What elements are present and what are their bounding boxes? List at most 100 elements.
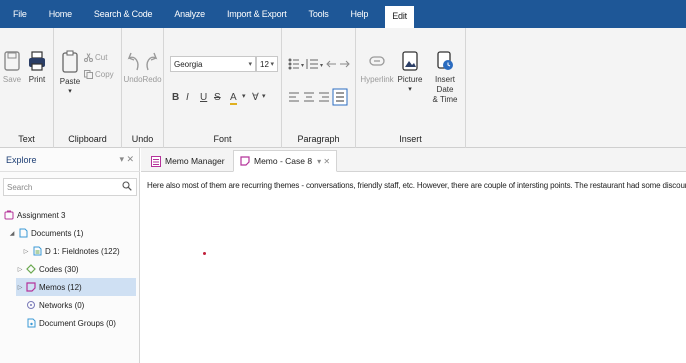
- insert-date-time-button[interactable]: Insert Date & Time: [426, 50, 464, 105]
- clipboard-group-label: Clipboard: [68, 134, 107, 144]
- menu-import-export[interactable]: Import & Export: [222, 6, 292, 22]
- font-group-label: Font: [213, 134, 232, 144]
- pin-icon[interactable]: ▾ ✕: [119, 154, 134, 165]
- explore-search-input[interactable]: Search: [3, 178, 137, 196]
- search-icon[interactable]: [122, 181, 132, 191]
- font-size-select[interactable]: 12 ▾: [256, 56, 278, 72]
- text-group: Save Print Text: [0, 28, 54, 148]
- list-buttons[interactable]: ▾ ▾: [288, 58, 352, 70]
- font-name-select[interactable]: Georgia ▾: [170, 56, 256, 72]
- bold-button[interactable]: B: [172, 92, 179, 103]
- search-placeholder: Search: [7, 182, 33, 192]
- numbered-list-icon: [306, 59, 318, 69]
- undo-group-label: Undo: [131, 134, 154, 144]
- tree-label-document-groups: Document Groups (0): [39, 318, 116, 328]
- clipboard-group: Paste ▾ Cut Copy Clipboard: [54, 28, 122, 148]
- highlight-button[interactable]: ∀: [252, 92, 259, 103]
- code-icon: [26, 264, 36, 274]
- font-color-dropdown-icon[interactable]: ▾: [242, 92, 246, 100]
- save-label: Save: [2, 75, 22, 84]
- chevron-down-icon: ▾: [248, 61, 252, 68]
- paragraph-group-label: Paragraph: [297, 134, 340, 144]
- collapse-arrow-icon[interactable]: ▷: [16, 284, 24, 291]
- tab-label-memo-case-8: Memo - Case 8: [254, 156, 313, 166]
- tree-item-documents[interactable]: ◢ Documents (1): [8, 224, 134, 242]
- redo-label: Redo: [142, 75, 162, 84]
- menu-tools[interactable]: Tools: [304, 6, 334, 22]
- folder-icon: [19, 228, 28, 238]
- redo-button[interactable]: Redo: [142, 50, 162, 85]
- tree-item-document-1[interactable]: ▷ D 1: Fieldnotes (122): [22, 242, 138, 260]
- strikethrough-button[interactable]: S: [214, 92, 221, 103]
- menu-analyze[interactable]: Analyze: [169, 6, 210, 22]
- ribbon: Save Print Text Paste ▾ Cut Copy Clipboa…: [0, 28, 686, 148]
- cut-label: Cut: [95, 53, 108, 62]
- font-size-value: 12: [260, 59, 269, 69]
- scissors-icon: [84, 53, 93, 62]
- undo-group: Undo Redo Undo: [122, 28, 164, 148]
- print-icon: [29, 51, 45, 71]
- copy-button[interactable]: Copy: [84, 70, 114, 79]
- save-icon: [4, 51, 20, 71]
- highlight-dropdown-icon[interactable]: ▾: [262, 92, 266, 100]
- redo-icon: [146, 52, 158, 71]
- svg-text:▾: ▾: [320, 63, 323, 69]
- save-button[interactable]: Save: [2, 50, 22, 85]
- undo-button[interactable]: Undo: [123, 50, 143, 85]
- align-center-icon: [304, 92, 314, 102]
- paragraph-group: ▾ ▾ Paragraph: [282, 28, 356, 148]
- memo-manager-icon: [151, 155, 161, 167]
- paste-dropdown-icon[interactable]: ▾: [68, 87, 72, 97]
- print-button[interactable]: Print: [26, 50, 48, 85]
- insert-group: Hyperlink Picture ▾ Insert Date & Time I…: [356, 28, 466, 148]
- collapse-arrow-icon[interactable]: ▷: [16, 266, 24, 273]
- menu-home[interactable]: Home: [44, 6, 77, 22]
- cursor-marker: [203, 252, 206, 255]
- tab-label-memo-manager: Memo Manager: [165, 156, 225, 166]
- menu-edit[interactable]: Edit: [385, 6, 414, 28]
- tree-item-document-groups[interactable]: Document Groups (0): [26, 314, 136, 332]
- tree-item-memos[interactable]: ▷ Memos (12): [16, 278, 136, 296]
- memo-editor[interactable]: Here also most of them are recurring the…: [141, 172, 686, 363]
- svg-text:▾: ▾: [301, 63, 304, 69]
- tab-memo-case-8[interactable]: Memo - Case 8 ▾ ✕: [233, 150, 338, 172]
- underline-button[interactable]: U: [200, 92, 207, 103]
- explore-header: Explore ▾ ✕: [0, 148, 140, 172]
- copy-label: Copy: [95, 70, 114, 79]
- font-color-button[interactable]: A: [230, 92, 237, 105]
- picture-dropdown-icon[interactable]: ▾: [408, 85, 412, 95]
- paste-icon: [62, 50, 78, 73]
- text-group-label: Text: [18, 134, 35, 144]
- menu-search-code[interactable]: Search & Code: [89, 6, 157, 22]
- document-icon: [33, 246, 42, 256]
- menu-help[interactable]: Help: [346, 6, 374, 22]
- tree-item-project[interactable]: Assignment 3: [4, 206, 134, 224]
- tab-close-icon[interactable]: ▾ ✕: [317, 157, 330, 166]
- tab-memo-manager[interactable]: Memo Manager: [145, 150, 231, 172]
- hyperlink-button[interactable]: Hyperlink: [360, 50, 394, 85]
- menu-file[interactable]: File: [8, 6, 32, 22]
- picture-button[interactable]: Picture ▾: [396, 50, 424, 95]
- insert-time-label: & Time: [432, 95, 458, 104]
- tree-label-documents: Documents (1): [31, 228, 84, 238]
- explore-panel: Explore ▾ ✕ Search Assignment 3 ◢ Docume…: [0, 148, 140, 363]
- insert-date-label: Insert Date: [434, 75, 455, 94]
- align-left-icon: [289, 92, 299, 102]
- outdent-icon: [326, 60, 336, 68]
- collapse-arrow-icon[interactable]: ▷: [22, 248, 30, 255]
- insert-group-label: Insert: [399, 134, 422, 144]
- expand-arrow-icon[interactable]: ◢: [8, 230, 16, 237]
- undo-icon: [127, 52, 139, 71]
- print-label: Print: [28, 75, 46, 84]
- memo-text[interactable]: Here also most of them are recurring the…: [147, 181, 686, 190]
- link-icon: [369, 56, 385, 66]
- italic-button[interactable]: I: [186, 92, 189, 103]
- cut-button[interactable]: Cut: [84, 53, 107, 62]
- justify-icon: [332, 88, 348, 106]
- alignment-buttons[interactable]: [288, 88, 350, 106]
- chevron-down-icon: ▾: [270, 61, 274, 68]
- menu-bar: File Home Search & Code Analyze Import &…: [0, 0, 686, 28]
- tree-item-codes[interactable]: ▷ Codes (30): [16, 260, 134, 278]
- paste-button[interactable]: Paste ▾: [60, 50, 80, 97]
- tree-item-networks[interactable]: Networks (0): [26, 296, 136, 314]
